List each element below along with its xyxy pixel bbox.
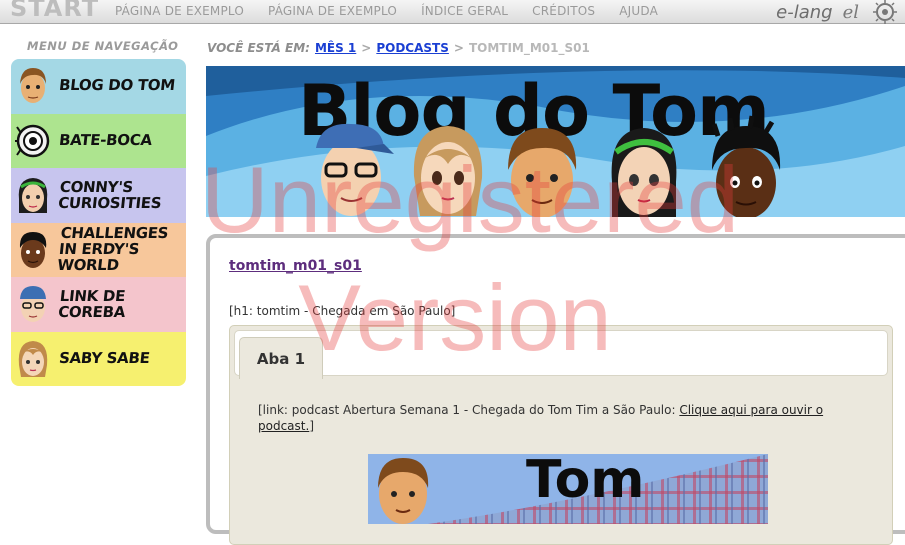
menu-item-challenges-erdys-world[interactable]: CHALLENGES IN ERDY'S WORLD [11,222,186,277]
tab-panel: Aba 1 [link: podcast Abertura Semana 1 -… [229,325,893,545]
character-erdy [711,115,781,217]
menu-item-label: CHALLENGES IN ERDY'S WORLD [56,224,170,274]
top-nav: PÁGINA DE EXEMPLO PÁGINA DE EXEMPLO ÍNDI… [103,4,670,18]
character-blonde [413,126,483,216]
breadcrumb-label: VOCÊ ESTÁ EM: [207,41,310,55]
menu-title: MENU DE NAVEGAÇÃO [27,39,179,53]
erdy-face-icon [19,231,47,268]
sun-logo-icon [873,0,897,24]
breadcrumb-current: TOMTIM_M01_S01 [468,41,590,55]
navigation-menu: BLOG DO TOM BATE-BOCA CONNY'S CURIOSITIE… [11,59,186,386]
top-bar: START PÁGINA DE EXEMPLO PÁGINA DE EXEMPL… [0,0,905,24]
top-nav-item-example-2[interactable]: PÁGINA DE EXEMPLO [268,4,397,18]
character-tom [508,128,577,217]
breadcrumb-separator: > [361,41,372,55]
menu-item-label: LINK DE COREBA [57,286,127,321]
top-nav-item-credits[interactable]: CRÉDITOS [532,4,595,18]
menu-item-saby-sabe[interactable]: SABY SABE [11,331,186,386]
partner-logos: e-lang el [776,0,901,24]
top-nav-item-help[interactable]: AJUDA [619,4,658,18]
menu-item-blog-do-tom[interactable]: BLOG DO TOM [11,59,186,114]
tom-face-icon [20,68,46,104]
character-cap-glasses [316,123,394,216]
menu-item-connys-curiosities[interactable]: CONNY'S CURIOSITIES [11,168,186,223]
coreba-face-icon [20,286,46,323]
top-nav-item-index[interactable]: ÍNDICE GERAL [421,4,508,18]
menu-item-label: CONNY'S CURIOSITIES [57,177,163,212]
post-heading-tag: [h1: tomtim - Chegada em São Paulo] [229,304,456,318]
saby-face-icon [18,340,48,377]
brand-logo[interactable]: START [10,0,99,22]
menu-item-bate-boca[interactable]: BATE-BOCA [11,113,186,168]
tab-bar: Aba 1 [234,330,888,379]
tom-image-title: Tom [526,454,645,510]
breadcrumb: VOCÊ ESTÁ EM: MÊS 1 > PODCASTS > TOMTIM_… [207,41,590,55]
podcast-link-prefix: [link: podcast Abertura Semana 1 - Chega… [258,403,680,417]
menu-item-label: SABY SABE [58,348,151,367]
el-logo: el [842,1,859,23]
tab-aba-1[interactable]: Aba 1 [239,337,323,379]
blog-banner: Blog do Tom [206,66,905,217]
podcast-link-suffix: ] [309,419,314,433]
conny-face-icon [18,178,48,214]
character-conny [611,128,677,217]
menu-item-label: BATE-BOCA [58,130,153,149]
podcast-link-text: [link: podcast Abertura Semana 1 - Chega… [258,402,848,434]
breadcrumb-separator: > [453,41,464,55]
breadcrumb-link-month[interactable]: MÊS 1 [315,41,356,55]
post-container: tomtim_m01_s01 [h1: tomtim - Chegada em … [206,234,905,545]
banner-characters [316,115,781,217]
menu-item-label: BLOG DO TOM [58,76,176,95]
post-title-link[interactable]: tomtim_m01_s01 [229,258,362,274]
breadcrumb-link-podcasts[interactable]: PODCASTS [376,41,449,55]
speaker-icon [15,124,50,157]
elang-logo: e-lang [776,1,833,23]
tom-podcast-image: Tom [368,454,768,524]
top-nav-item-example-1[interactable]: PÁGINA DE EXEMPLO [115,4,244,18]
menu-item-link-de-coreba[interactable]: LINK DE COREBA [11,277,186,332]
